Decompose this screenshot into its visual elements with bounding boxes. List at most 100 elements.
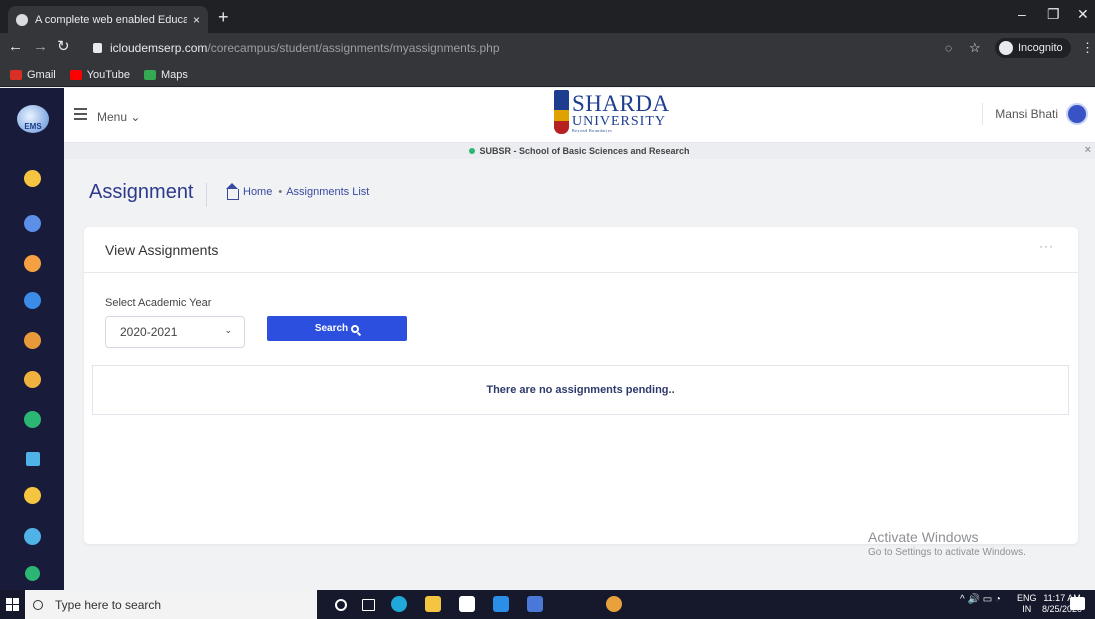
file-explorer-icon[interactable] (425, 596, 441, 612)
address-bar[interactable]: icloudemserp.com/corecampus/student/assi… (93, 37, 981, 59)
windows-taskbar: Type here to search ^ 🔊 ▭ ◔ ENG IN 11:17… (0, 590, 1095, 619)
chart-icon[interactable] (26, 452, 40, 466)
browser-tab-bar: A complete web enabled Educati × + – ❐ ✕ (0, 0, 1095, 33)
banner-close-icon[interactable]: × (1085, 144, 1091, 156)
university-logo: SHARDA UNIVERSITY Beyond Boundaries (554, 90, 670, 134)
school-banner: SUBSR - School of Basic Sciences and Res… (64, 143, 1095, 159)
user-name: Mansi Bhati (995, 107, 1058, 121)
academic-year-label: Select Academic Year (105, 297, 212, 309)
empty-message: There are no assignments pending.. (486, 384, 675, 396)
url-host: icloudemserp.com (110, 41, 208, 55)
breadcrumb-home[interactable]: Home (243, 186, 272, 198)
watermark-subtitle: Go to Settings to activate Windows. (868, 547, 1026, 558)
close-window-icon[interactable]: ✕ (1077, 6, 1089, 23)
library-icon[interactable] (24, 332, 41, 349)
forward-icon[interactable]: → (33, 39, 48, 54)
app-header: Menu ⌄ SHARDA UNIVERSITY Beyond Boundari… (64, 88, 1095, 143)
notes-icon[interactable] (24, 255, 41, 272)
system-tray-icons[interactable]: ^ 🔊 ▭ ◔ (960, 594, 1001, 605)
back-icon[interactable]: ← (8, 39, 23, 54)
tab-title: A complete web enabled Educati (35, 13, 187, 26)
region-code: IN (1022, 604, 1032, 614)
chrome-icon[interactable] (606, 596, 622, 612)
app-sidebar: EMS (0, 88, 64, 590)
browser-tab[interactable]: A complete web enabled Educati × (8, 6, 208, 33)
page-title: Assignment (89, 181, 194, 203)
eye-off-icon[interactable]: ◌ (945, 41, 952, 56)
settings-icon[interactable] (25, 566, 40, 581)
building-icon[interactable] (24, 292, 41, 309)
maps-icon (143, 69, 156, 80)
restore-icon[interactable]: ❐ (1047, 6, 1060, 23)
assignments-card: View Assignments ··· Select Academic Yea… (84, 227, 1078, 544)
bookmark-label: Maps (160, 68, 188, 81)
user-menu[interactable]: Mansi Bhati (982, 103, 1088, 125)
student-icon[interactable] (24, 170, 41, 187)
minimize-icon[interactable]: – (1018, 6, 1026, 22)
bookmark-maps[interactable]: Maps (143, 68, 188, 81)
card-title: View Assignments (105, 242, 219, 258)
lock-icon (93, 43, 102, 53)
star-icon[interactable]: ☆ (969, 40, 981, 55)
academic-year-select[interactable]: 2020-2021 ⌄ (105, 316, 245, 348)
bookmark-youtube[interactable]: YouTube (69, 68, 130, 81)
search-button-label: Search (314, 323, 349, 334)
search-icon (351, 324, 360, 333)
tab-close-icon[interactable]: × (193, 13, 200, 27)
bookmark-label: YouTube (86, 68, 130, 81)
network-icon[interactable] (24, 411, 41, 428)
bookmarks-bar: Gmail YouTube Maps (0, 63, 1095, 87)
empty-state: There are no assignments pending.. (92, 365, 1069, 415)
school-name: SUBSR - School of Basic Sciences and Res… (479, 146, 690, 156)
menu-toggle[interactable]: Menu ⌄ (97, 110, 140, 124)
bookmark-label: Gmail (27, 68, 56, 81)
university-subtitle: UNIVERSITY (572, 113, 666, 129)
youtube-icon (69, 69, 82, 80)
home-icon[interactable] (226, 182, 239, 200)
search-button[interactable]: Search (267, 316, 407, 341)
gmail-icon (10, 69, 22, 80)
breadcrumb: Home • Assignments List (226, 182, 370, 200)
bookmark-gmail[interactable]: Gmail (10, 69, 56, 81)
new-tab-button[interactable]: + (218, 8, 229, 26)
university-name: SHARDA (572, 90, 670, 116)
store-icon[interactable] (459, 596, 475, 612)
globe-icon (16, 13, 28, 26)
more-options-icon[interactable]: ··· (1039, 239, 1054, 253)
selected-year: 2020-2021 (120, 325, 178, 339)
cortana-icon[interactable] (335, 599, 347, 611)
hamburger-icon[interactable] (74, 108, 87, 123)
chevron-down-icon: ⌄ (224, 325, 232, 335)
card-header: View Assignments ··· (84, 227, 1078, 273)
dashboard-icon[interactable] (24, 215, 41, 232)
notification-icon[interactable] (1070, 597, 1085, 610)
windows-start-icon[interactable] (6, 598, 19, 611)
breadcrumb-bullet: • (278, 186, 283, 198)
mail-icon[interactable] (493, 596, 509, 612)
ems-logo[interactable]: EMS (17, 105, 49, 133)
shield-icon (554, 90, 569, 134)
edge-icon[interactable] (391, 596, 407, 612)
reload-icon[interactable]: ↻ (57, 39, 70, 54)
lang-code: ENG (1017, 593, 1037, 603)
avatar[interactable] (1066, 103, 1088, 125)
status-dot-icon (469, 148, 476, 154)
watermark-title: Activate Windows (868, 529, 979, 545)
globe-icon[interactable] (24, 371, 41, 388)
kebab-menu-icon[interactable]: ⋮ (1081, 40, 1094, 55)
task-view-icon[interactable] (362, 599, 375, 611)
incognito-icon (999, 41, 1013, 55)
url-path: /corecampus/student/assignments/myassign… (207, 41, 500, 55)
chat-icon[interactable] (24, 528, 41, 545)
incognito-label: Incognito (1018, 42, 1063, 54)
taskbar-search-placeholder: Type here to search (55, 597, 162, 612)
taskbar-search[interactable]: Type here to search (25, 590, 317, 619)
word-icon[interactable] (527, 596, 543, 612)
language-indicator[interactable]: ENG IN (1017, 593, 1037, 615)
breadcrumb-current: Assignments List (286, 186, 370, 198)
faculty-icon[interactable] (24, 487, 41, 504)
university-tagline: Beyond Boundaries (572, 127, 613, 133)
incognito-badge[interactable]: Incognito (995, 38, 1071, 58)
search-icon (33, 599, 43, 610)
browser-toolbar: ← → ↻ icloudemserp.com/corecampus/studen… (0, 33, 1095, 63)
